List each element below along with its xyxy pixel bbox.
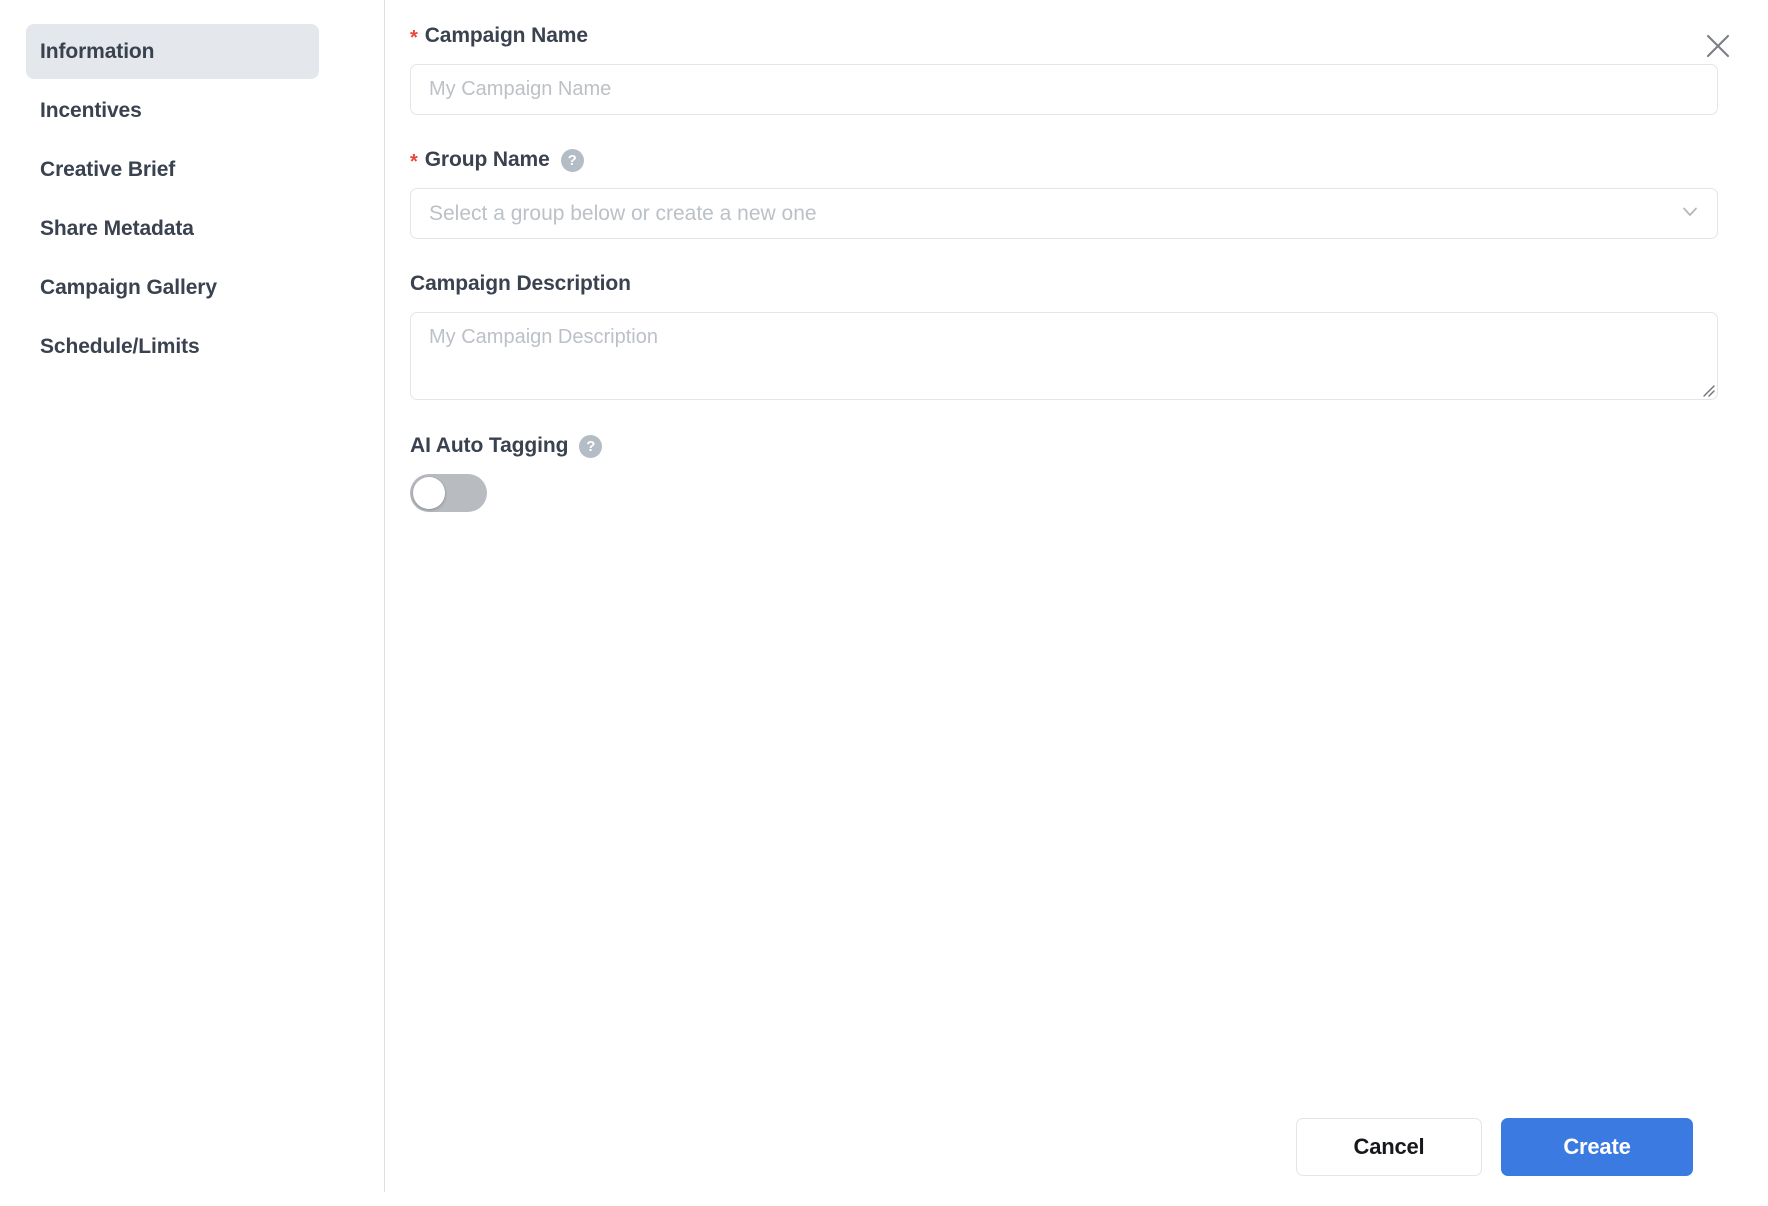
campaign-name-label: * Campaign Name — [410, 22, 1693, 50]
required-asterisk: * — [410, 151, 418, 173]
ai-auto-tagging-label: AI Auto Tagging ? — [410, 432, 1693, 460]
dialog-footer: Cancel Create — [1296, 1118, 1693, 1176]
campaign-description-wrapper — [410, 312, 1718, 400]
group-name-select-wrapper: Select a group below or create a new one — [410, 188, 1718, 239]
help-icon[interactable]: ? — [579, 434, 603, 458]
create-campaign-dialog: Information Incentives Creative Brief Sh… — [0, 0, 1768, 1206]
group-name-select[interactable]: Select a group below or create a new one — [410, 188, 1718, 239]
information-panel: * Campaign Name * Group Name ? Select a … — [385, 0, 1768, 1206]
campaign-description-label-text: Campaign Description — [410, 272, 631, 295]
toggle-knob — [413, 477, 445, 509]
ai-auto-tagging-toggle[interactable] — [410, 474, 487, 512]
campaign-name-label-text: Campaign Name — [424, 24, 588, 47]
help-icon[interactable]: ? — [560, 148, 584, 172]
sidebar-item-creative-brief[interactable]: Creative Brief — [26, 142, 319, 197]
sidebar-item-campaign-gallery[interactable]: Campaign Gallery — [26, 260, 319, 315]
campaign-description-textarea[interactable] — [410, 312, 1718, 400]
group-name-label: * Group Name ? — [410, 146, 1693, 174]
campaign-description-label: Campaign Description — [410, 270, 1693, 298]
required-asterisk: * — [410, 27, 418, 49]
sidebar-item-share-metadata[interactable]: Share Metadata — [26, 201, 319, 256]
campaign-name-input[interactable] — [410, 64, 1718, 115]
sidebar-item-schedule-limits[interactable]: Schedule/Limits — [26, 319, 319, 374]
sidebar-item-incentives[interactable]: Incentives — [26, 83, 319, 138]
ai-auto-tagging-label-text: AI Auto Tagging — [410, 434, 569, 457]
cancel-button[interactable]: Cancel — [1296, 1118, 1482, 1176]
dialog-sidebar: Information Incentives Creative Brief Sh… — [0, 0, 385, 1192]
sidebar-item-information[interactable]: Information — [26, 24, 319, 79]
create-button[interactable]: Create — [1501, 1118, 1693, 1176]
group-name-label-text: Group Name — [424, 148, 550, 171]
